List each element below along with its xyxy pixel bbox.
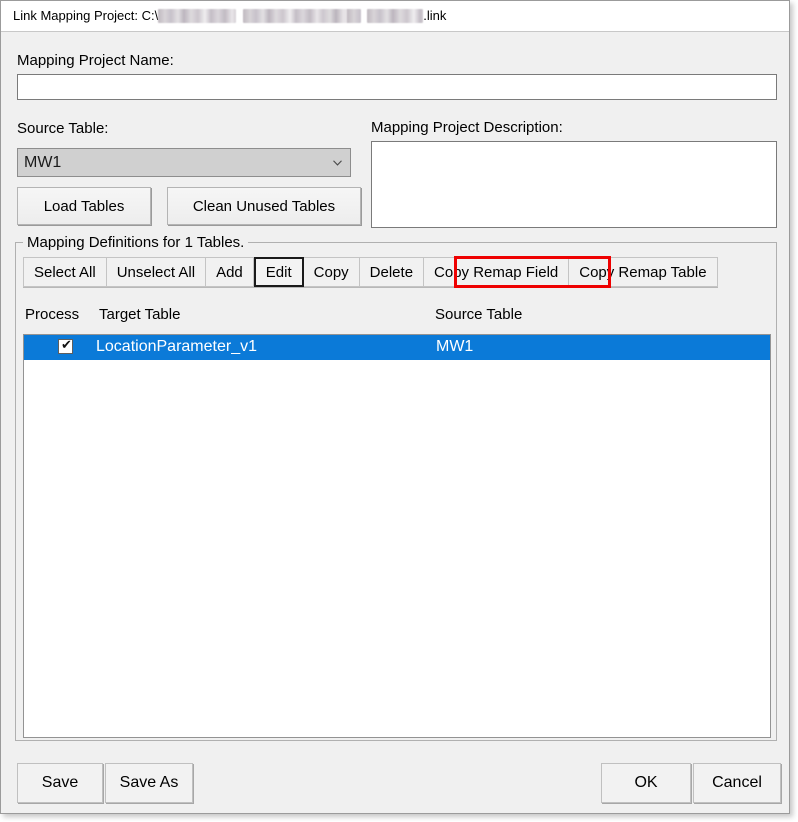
load-tables-button[interactable]: Load Tables [17, 187, 151, 225]
redacted-path-segment [367, 8, 424, 23]
add-button[interactable]: Add [206, 257, 254, 287]
project-description-label: Mapping Project Description: [371, 119, 563, 136]
column-header-source-table: Source Table [435, 306, 523, 323]
project-name-input[interactable] [17, 74, 777, 100]
project-description-textarea[interactable] [371, 141, 777, 228]
copy-remap-field-button[interactable]: Copy Remap Field [424, 257, 570, 287]
column-header-target-table: Target Table [99, 306, 181, 323]
process-checkbox[interactable]: ✔ [58, 338, 73, 354]
mapping-list-header: Process Target Table Source Table [23, 303, 771, 327]
source-table-selected-value: MW1 [24, 154, 62, 171]
select-all-button[interactable]: Select All [23, 257, 107, 287]
chevron-down-icon [333, 160, 342, 166]
copy-button[interactable]: Copy [303, 257, 360, 287]
checkmark-icon: ✔ [61, 338, 72, 353]
ok-button[interactable]: OK [601, 763, 691, 803]
source-table-label: Source Table: [17, 120, 109, 137]
mapping-toolbar: Select All Unselect All Add Edit Copy De… [23, 257, 718, 287]
delete-button[interactable]: Delete [359, 257, 425, 287]
row-source-table: MW1 [436, 338, 474, 355]
window-title: Link Mapping Project: C:\ .link [13, 8, 446, 24]
clean-unused-tables-button[interactable]: Clean Unused Tables [167, 187, 361, 225]
title-bar: Link Mapping Project: C:\ .link [1, 1, 789, 32]
redacted-path-segment [243, 8, 362, 23]
mapping-definitions-legend: Mapping Definitions for 1 Tables. [23, 234, 249, 252]
window-title-prefix: Link Mapping Project: C:\ [13, 8, 159, 23]
unselect-all-button[interactable]: Unselect All [106, 257, 207, 287]
link-mapping-project-dialog: Link Mapping Project: C:\ .link Mapping P… [0, 0, 790, 814]
source-table-dropdown[interactable]: MW1 [17, 148, 351, 177]
mapping-definitions-listbox[interactable]: ✔ LocationParameter_v1 MW1 [23, 334, 771, 738]
save-button[interactable]: Save [17, 763, 103, 803]
edit-button[interactable]: Edit [253, 257, 304, 287]
column-header-process: Process [25, 306, 80, 323]
project-name-label: Mapping Project Name: [17, 52, 174, 69]
cancel-button[interactable]: Cancel [693, 763, 781, 803]
save-as-button[interactable]: Save As [105, 763, 193, 803]
table-row[interactable]: ✔ LocationParameter_v1 MW1 [24, 335, 770, 360]
copy-remap-table-button[interactable]: Copy Remap Table [569, 257, 718, 287]
row-target-table: LocationParameter_v1 [96, 338, 257, 355]
redacted-path-segment [158, 8, 237, 23]
window-title-suffix: .link [423, 8, 447, 23]
